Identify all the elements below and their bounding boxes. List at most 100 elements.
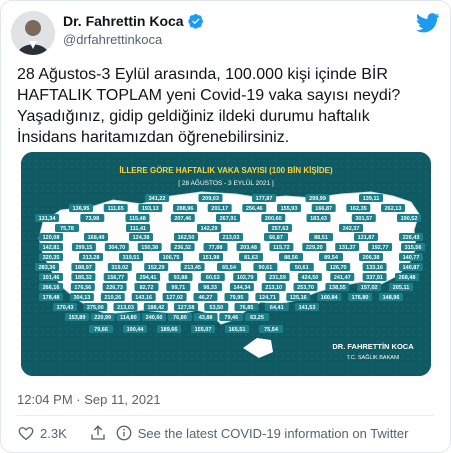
province-value: 192,77 — [372, 245, 389, 251]
province-value: 90,61 — [259, 265, 273, 271]
covid-info-link[interactable]: See the latest COVID-19 information on T… — [115, 424, 408, 442]
province-value: 299,99 — [309, 196, 326, 202]
province-value: 76,80 — [173, 315, 187, 321]
province-value: 268,48 — [399, 275, 416, 281]
province-value: 213,03 — [117, 305, 134, 311]
signature-org: T.C. SAĞLIK BAKANI — [347, 354, 400, 361]
province-value: 320,35 — [43, 255, 60, 261]
province-value: 65,54 — [222, 265, 237, 271]
province-value: 115,72 — [273, 245, 290, 251]
tweet-text-line: 28 Ağustos-3 Eylül arasında, 100.000 kiş… — [17, 66, 388, 83]
province-value: 213,28 — [83, 255, 100, 261]
province-value: 209,03 — [202, 196, 219, 202]
province-value: 43,88 — [199, 315, 213, 321]
province-value: 75,78 — [60, 226, 74, 232]
province-value: 315,56 — [405, 245, 422, 251]
province-value: 210,26 — [104, 295, 121, 301]
tweet-text: 28 Ağustos-3 Eylül arasında, 100.000 kiş… — [17, 64, 437, 148]
province-value: 162,35 — [350, 206, 367, 212]
province-value: 93,88 — [174, 275, 188, 281]
province-value: 226,73 — [106, 285, 123, 291]
tweet-text-line: İnsidans haritamızdan öğrenebilirsiniz. — [17, 129, 290, 146]
province-value: 206,38 — [363, 255, 380, 261]
province-value: 124,71 — [259, 295, 276, 301]
author-name[interactable]: Dr. Fahrettin Koca — [63, 13, 184, 29]
province-value: 77,88 — [209, 245, 223, 251]
province-value: 111,65 — [108, 206, 124, 212]
province-value: 153,89 — [69, 315, 86, 321]
province-value: 79,95 — [230, 295, 244, 301]
province-value: 124,38 — [133, 235, 150, 241]
province-value: 188,97 — [75, 265, 92, 271]
avatar[interactable] — [11, 11, 55, 55]
province-value: 160,84 — [321, 295, 339, 301]
province-value: 155,93 — [281, 206, 298, 212]
province-value: 127,02 — [166, 295, 183, 301]
province-value: 131,37 — [339, 245, 356, 251]
map-title: İLLERE GÖRE HAFTALIK VAKA SAYISI (100 Bİ… — [119, 166, 333, 175]
province-value: 236,32 — [174, 245, 191, 251]
province-value: 275,00 — [87, 305, 104, 311]
like-button[interactable]: 2.3K — [17, 424, 67, 442]
province-value: 301,57 — [355, 216, 372, 222]
province-value: 79,66 — [94, 327, 108, 333]
province-value: 201,17 — [211, 206, 228, 212]
province-value: 242,37 — [343, 226, 360, 232]
tweet-timestamp[interactable]: 12:04 PM · Sep 11, 2021 — [17, 392, 161, 407]
map-date-range: [ 28 AĞUSTOS - 3 EYLÜL 2021 ] — [178, 178, 274, 187]
province-value: 140,87 — [403, 265, 420, 271]
twitter-bird-icon[interactable] — [415, 13, 440, 33]
verified-badge-icon — [187, 13, 204, 29]
province-value: 188,42 — [147, 305, 164, 311]
province-value: 155,07 — [195, 327, 212, 333]
province-value: 75,54 — [264, 327, 279, 333]
province-value: 319,51 — [123, 255, 140, 261]
province-value: 127,58 — [178, 305, 195, 311]
province-value: 101,46 — [43, 275, 60, 281]
province-value: 189,66 — [161, 327, 178, 333]
province-value: 88,51 — [314, 235, 328, 241]
share-button[interactable] — [89, 424, 107, 442]
province-value: 99,71 — [171, 285, 185, 291]
province-value: 231,59 — [269, 275, 286, 281]
province-value: 168,49 — [88, 235, 105, 241]
signature-name: DR. FAHRETTİN KOCA — [332, 342, 414, 351]
incidence-map: İLLERE GÖRE HAFTALIK VAKA SAYISI (100 Bİ… — [21, 152, 431, 376]
province-value: 89,54 — [324, 255, 339, 261]
province-value: 82,72 — [140, 285, 154, 291]
province-value: 131,34 — [39, 216, 57, 222]
province-value: 205,11 — [393, 285, 410, 291]
province-value: 341,22 — [149, 196, 166, 202]
tweet-header: Dr. Fahrettin Koca @drfahrettinkoca — [11, 11, 440, 55]
province-value: 140,77 — [403, 255, 420, 261]
province-value: 102,79 — [237, 275, 254, 281]
province-value: 136,95 — [73, 206, 90, 212]
tweet-text-line: HAFTALIK TOPLAM yeni Covid-19 vaka sayıs… — [17, 87, 401, 104]
province-value: 267,91 — [220, 216, 237, 222]
province-value: 138,55 — [329, 285, 346, 291]
province-value: 50,61 — [295, 265, 309, 271]
tweet-media-image[interactable]: İLLERE GÖRE HAFTALIK VAKA SAYISI (100 Bİ… — [21, 152, 431, 376]
like-count: 2.3K — [40, 425, 67, 441]
province-value: 193,13 — [142, 206, 159, 212]
province-value: 81,63 — [244, 255, 258, 261]
province-value: 142,29 — [201, 226, 218, 232]
province-value: 288,96 — [177, 206, 194, 212]
province-value: 98,33 — [203, 285, 217, 291]
province-value: 183,43 — [310, 216, 327, 222]
province-value: 106,75 — [163, 255, 180, 261]
tweet-card: Dr. Fahrettin Koca @drfahrettinkoca 28 A… — [0, 0, 451, 453]
province-value: 266,16 — [43, 285, 60, 291]
province-value: 177,87 — [256, 196, 273, 202]
province-value: 150,38 — [141, 245, 158, 251]
province-value: 213,03 — [223, 235, 240, 241]
province-value: 229,20 — [306, 245, 323, 251]
heart-icon — [18, 427, 34, 441]
author-handle[interactable]: @drfahrettinkoca — [63, 32, 204, 47]
province-value: 304,70 — [108, 245, 125, 251]
province-value: 66,87 — [269, 235, 283, 241]
province-value: 111,41 — [130, 226, 146, 232]
province-value: 304,13 — [73, 295, 90, 301]
province-value: 126,70 — [330, 265, 347, 271]
province-value: 178,48 — [43, 295, 60, 301]
